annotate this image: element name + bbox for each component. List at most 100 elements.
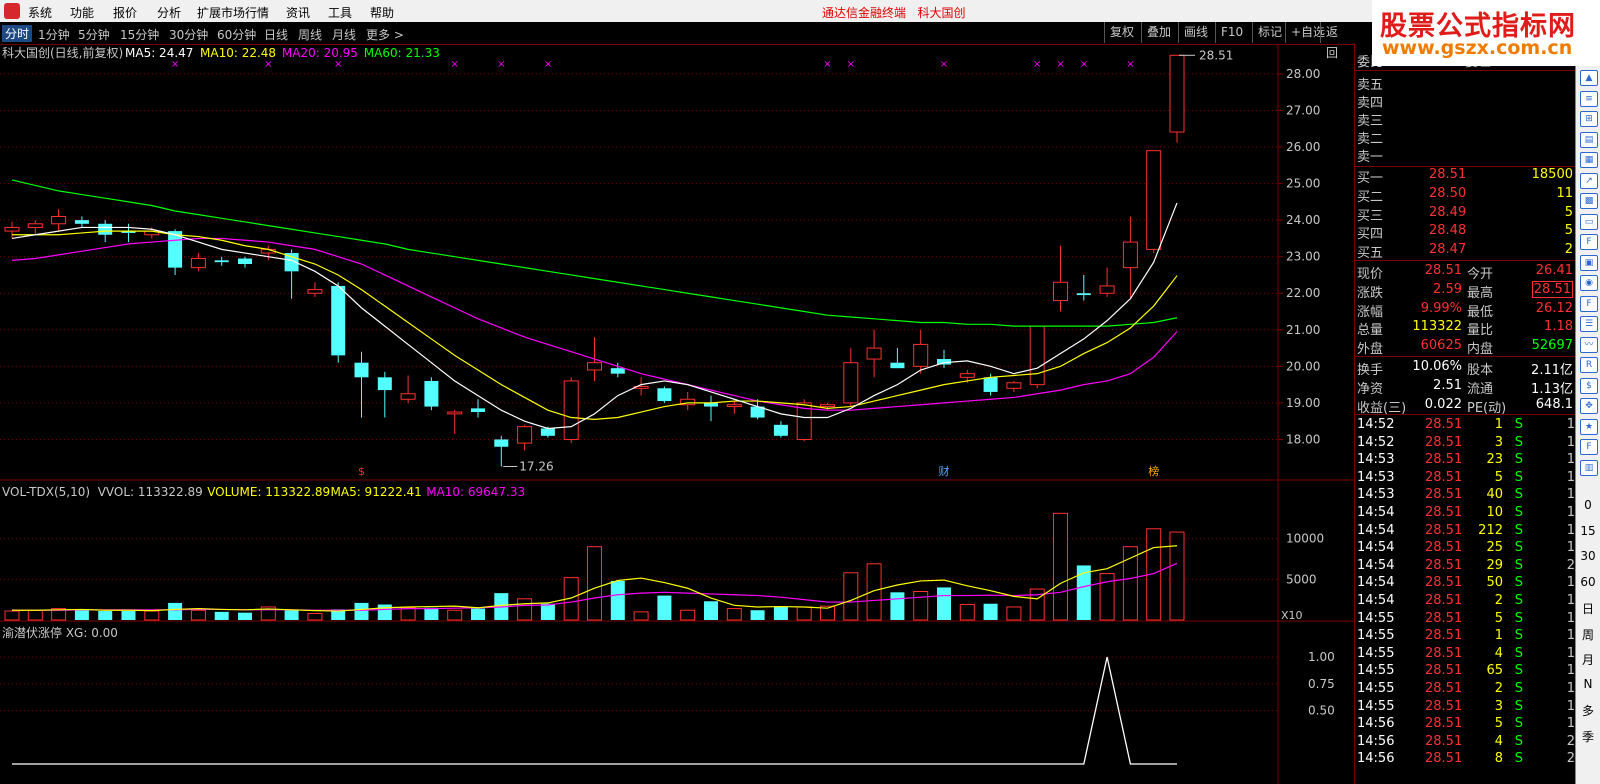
grid-icon[interactable]: ▩ [1580,193,1598,209]
move-icon[interactable]: ✥ [1580,398,1598,414]
tab-intraday[interactable]: 分时 [2,25,33,42]
menu-analysis[interactable]: 分析 [157,4,181,21]
candle-body [1146,150,1162,250]
volume-bar [424,607,439,620]
sidebar-period-0[interactable]: 0 [1576,498,1600,512]
tick-trade-row[interactable]: 14:56 28.51 4 S 2 [1355,733,1577,751]
tick-trade-row[interactable]: 14:56 28.51 5 S 1 [1355,715,1577,733]
report-icon[interactable]: ▤ [1580,131,1598,148]
list-icon[interactable]: ≡ [1580,90,1598,107]
tab-30min[interactable]: 30分钟 [169,26,208,43]
menu-extended-market[interactable]: 扩展市场行情 [197,4,269,21]
sidebar-period-2[interactable]: 30 [1576,549,1600,563]
tab-daily[interactable]: 日线 [264,26,288,43]
volume-bar [983,603,998,620]
tick-trade-row[interactable]: 14:55 28.51 3 S 1 [1355,698,1577,716]
f2-icon[interactable]: F [1580,295,1598,312]
tick-trade-row[interactable]: 14:54 28.51 2 S 1 [1355,592,1577,610]
sidebar-period-9[interactable]: 季 [1576,728,1600,745]
rsi-icon[interactable]: R [1580,357,1598,373]
dollar-icon[interactable]: $ [1580,377,1598,394]
f5-icon[interactable]: F [1580,439,1598,455]
sidebar-period-5[interactable]: 周 [1576,626,1600,643]
tick-trade-row[interactable]: 14:54 28.51 29 S 2 [1355,557,1577,575]
low-price-label: 17.26 [519,459,553,473]
candle-body [866,347,882,360]
menu-quote[interactable]: 报价 [113,4,137,21]
tab-monthly[interactable]: 月线 [332,26,356,43]
tab-15min[interactable]: 15分钟 [120,26,159,43]
tick-trade-row[interactable]: 14:55 28.51 1 S 1 [1355,627,1577,645]
pin-icon[interactable]: ◉ [1580,275,1598,291]
wave-icon[interactable]: 〰 [1580,336,1598,353]
sidebar-period-1[interactable]: 15 [1576,524,1600,538]
tick-time: 14:53 [1357,469,1395,485]
volume-bar [98,611,113,620]
tick-time: 14:52 [1357,417,1395,432]
menu-function[interactable]: 功能 [70,4,94,21]
restore-rights-button[interactable]: 复权 [1104,22,1139,43]
candle-body [98,223,113,235]
tick-trade-row[interactable]: 14:54 28.51 212 S 1 [1355,522,1577,540]
menu-tools[interactable]: 工具 [328,4,352,21]
back-button[interactable]: 返回 [1320,22,1354,60]
tab-5min[interactable]: 5分钟 [78,26,110,43]
tab-1min[interactable]: 1分钟 [38,26,70,43]
chart-area[interactable]: 28.00 27.00 26.00 25.00 24.00 23.00 22.00 21.00… [0,44,1354,784]
sidebar-period-7[interactable]: N [1576,677,1600,691]
menu-news[interactable]: 资讯 [286,4,310,21]
table-icon[interactable]: ▦ [1580,152,1598,168]
stat-label: 今开 [1467,267,1494,282]
menu-system[interactable]: 系统 [28,4,52,21]
tick-trade-row[interactable]: 14:54 28.51 10 S 1 [1355,504,1577,522]
tick-trade-row[interactable]: 14:55 28.51 5 S 1 [1355,610,1577,628]
main-candlestick-chart[interactable] [4,54,1185,467]
fundamental-row: 换手 10.06% 股本 2.11亿 [1355,358,1577,378]
tick-trade-row[interactable]: 14:52 28.51 3 S 1 [1355,434,1577,452]
candle-body [540,428,555,436]
doc-icon[interactable]: ▣ [1580,254,1598,271]
mark-button[interactable]: 标记 [1252,22,1287,43]
scroll-up-icon[interactable]: ▲ [1580,70,1598,86]
volume-bar [773,606,788,620]
tick-trade-row[interactable]: 14:55 28.51 2 S 1 [1355,680,1577,698]
sidebar-period-6[interactable]: 月 [1576,651,1600,668]
tick-trade-row[interactable]: 14:52 28.51 1 S 1 [1355,416,1577,434]
tab-weekly[interactable]: 周线 [298,26,322,43]
tick-trade-row[interactable]: 14:54 28.51 50 S 1 [1355,574,1577,592]
event-marker-icon: × [334,59,342,70]
menu-help[interactable]: 帮助 [370,4,394,21]
indicator-chart[interactable] [12,656,1177,765]
tab-more[interactable]: 更多 > [366,26,404,43]
overlay-button[interactable]: 叠加 [1141,22,1176,43]
chart-icon[interactable]: ↗ [1580,172,1598,189]
sidebar-period-8[interactable]: 多 [1576,702,1600,719]
tick-trade-row[interactable]: 14:55 28.51 65 S 1 [1355,662,1577,680]
fundamental-value: 648.1 [1535,396,1573,412]
volume-bar [587,546,602,621]
fundamental-label: PE(动) [1467,400,1507,416]
stat-label: 涨跌 [1357,285,1384,301]
news-icon[interactable]: ☰ [1580,316,1598,332]
tick-trade-row[interactable]: 14:53 28.51 40 S 1 [1355,486,1577,504]
tick-trade-row[interactable]: 14:54 28.51 25 S 1 [1355,539,1577,557]
tick-time: 14:53 [1357,487,1395,503]
draw-line-button[interactable]: 画线 [1178,22,1213,43]
star-icon[interactable]: ★ [1580,418,1598,435]
tick-trade-row[interactable]: 14:55 28.51 4 S 1 [1355,645,1577,663]
bid-level-price: 28.48 [1429,223,1467,239]
volume-chart[interactable] [4,512,1185,621]
ask-level-row: 卖五 [1355,73,1577,93]
window-icon[interactable]: ▭ [1580,213,1598,230]
f10-button[interactable]: F10 [1215,22,1248,43]
sidebar-period-4[interactable]: 日 [1576,600,1600,617]
tick-trade-row[interactable]: 14:53 28.51 5 S 1 [1355,469,1577,487]
f10-icon[interactable]: F [1580,234,1598,250]
bars-icon[interactable]: ▥ [1580,459,1598,476]
tick-trade-row[interactable]: 14:56 28.51 8 S 2 [1355,750,1577,768]
index-icon[interactable]: ⊞ [1580,111,1598,127]
tick-trade-row[interactable]: 14:53 28.51 23 S 1 [1355,451,1577,469]
sidebar-period-3[interactable]: 60 [1576,575,1600,589]
tab-60min[interactable]: 60分钟 [217,26,256,43]
tick-volume: 40 [1486,487,1503,503]
